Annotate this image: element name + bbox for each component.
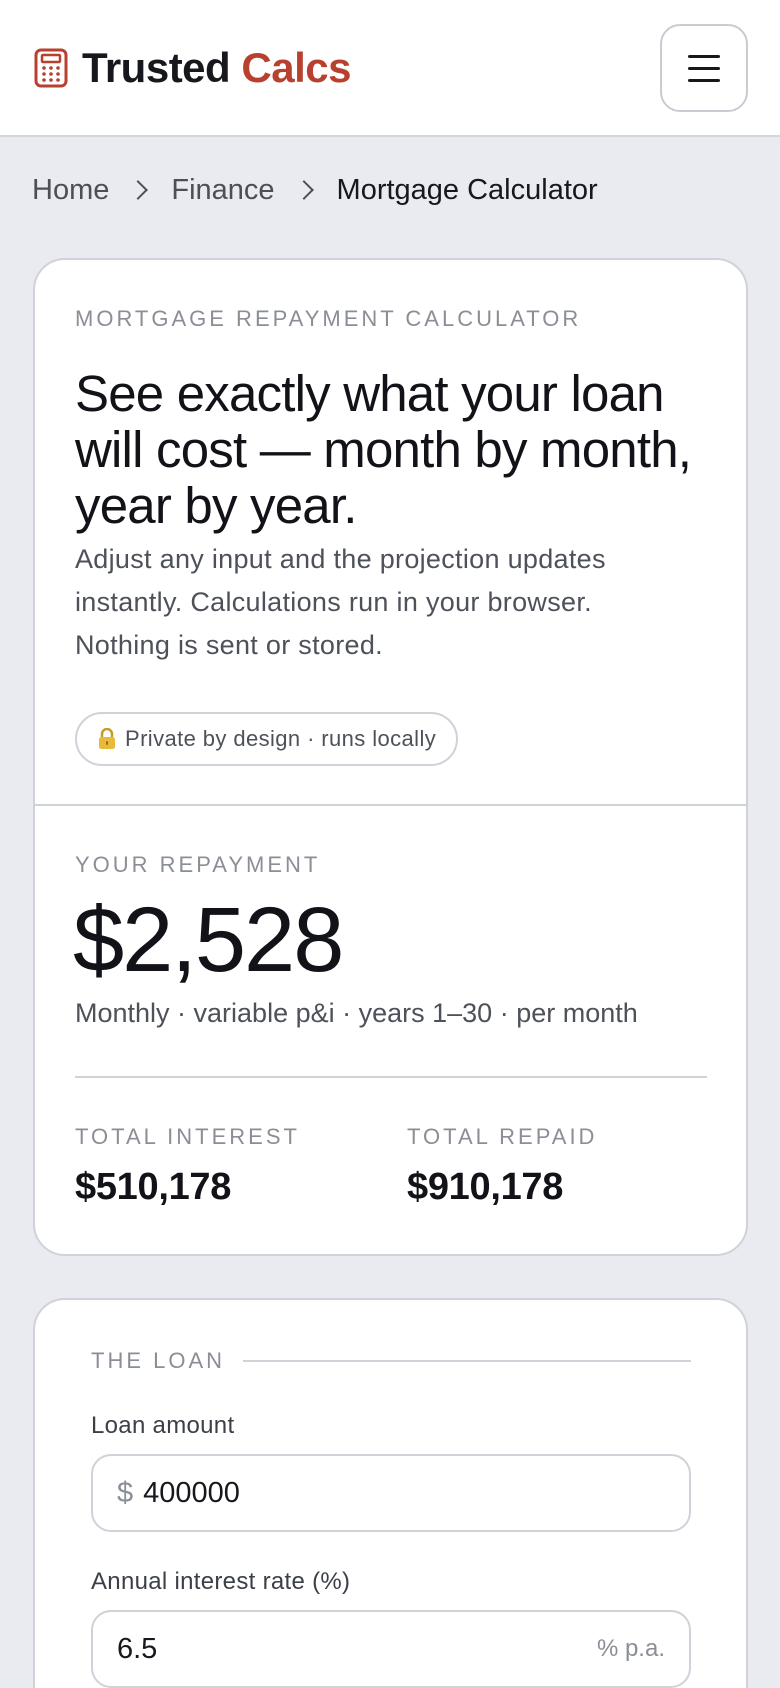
lock-icon	[99, 728, 115, 749]
hamburger-menu-icon-bar	[688, 66, 720, 70]
brand-name-primary: Trusted	[82, 44, 231, 91]
menu-button[interactable]	[660, 24, 748, 112]
section-label: THE LOAN	[91, 1348, 226, 1373]
hamburger-menu-icon-bar	[688, 78, 720, 82]
total-interest-label: TOTAL INTEREST	[75, 1124, 300, 1149]
breadcrumb-home-link[interactable]: Home	[32, 174, 109, 207]
breadcrumb: Home Finance Mortgage Calculator	[32, 170, 598, 210]
breadcrumb-finance-link[interactable]: Finance	[171, 174, 274, 207]
privacy-badge: Private by design · runs locally	[75, 712, 459, 766]
repayment-summary: Monthly · variable p&i · years 1–30 · pe…	[75, 998, 638, 1028]
section-header-the-loan: THE LOAN	[91, 1346, 691, 1376]
calculator-icon	[34, 48, 68, 88]
currency-prefix: $	[117, 1476, 134, 1509]
brand-logo[interactable]: Trusted Calcs	[34, 42, 351, 94]
hero-eyebrow: MORTGAGE REPAYMENT CALCULATOR	[75, 306, 582, 331]
repayment-amount: $2,528	[73, 889, 344, 991]
privacy-badge-label: Private by design · runs locally	[125, 726, 437, 751]
total-repaid-value: $910,178	[407, 1166, 564, 1208]
chevron-right-icon	[293, 180, 314, 200]
interest-rate-label: Annual interest rate (%)	[91, 1568, 351, 1595]
site-header: Trusted Calcs	[0, 0, 780, 137]
divider	[35, 804, 746, 806]
loan-amount-field[interactable]: $ 400000	[91, 1454, 691, 1532]
total-interest-value: $510,178	[75, 1166, 232, 1208]
loan-amount-label: Loan amount	[91, 1412, 235, 1439]
page-title: See exactly what your loan will cost — m…	[75, 365, 692, 534]
divider	[75, 1076, 707, 1078]
hamburger-menu-icon	[688, 54, 720, 58]
total-repaid-label: TOTAL REPAID	[407, 1124, 598, 1149]
loan-amount-value[interactable]: 400000	[143, 1477, 665, 1510]
interest-rate-field[interactable]: 6.5 % p.a.	[91, 1610, 691, 1688]
brand-name: Trusted Calcs	[82, 44, 351, 92]
brand-name-accent: Calcs	[241, 44, 351, 91]
interest-rate-value[interactable]: 6.5	[117, 1633, 597, 1666]
calculator-summary-card: MORTGAGE REPAYMENT CALCULATOR See exactl…	[33, 258, 748, 1256]
hero-description: Adjust any input and the projection upda…	[75, 544, 606, 660]
rate-suffix: % p.a.	[596, 1635, 665, 1662]
chevron-right-icon	[128, 180, 149, 200]
repayment-label: YOUR REPAYMENT	[75, 852, 321, 877]
section-rule	[243, 1360, 691, 1362]
loan-inputs-card: THE LOAN Loan amount $ 400000 Annual int…	[33, 1298, 748, 1688]
breadcrumb-current: Mortgage Calculator	[336, 173, 598, 206]
